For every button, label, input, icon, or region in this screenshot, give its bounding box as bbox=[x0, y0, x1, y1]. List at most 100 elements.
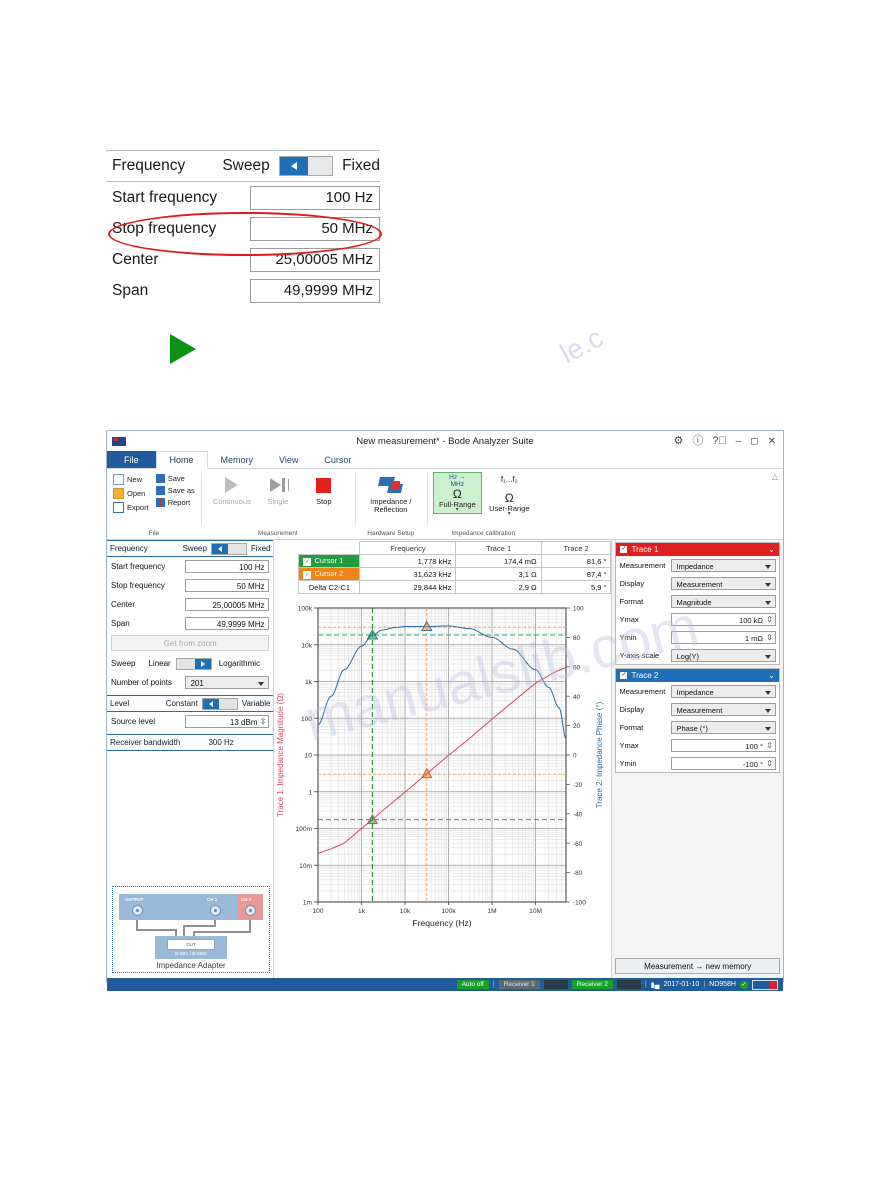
trace1-ymin-input[interactable]: 1 mΩ bbox=[671, 630, 776, 644]
sidebar-frequency-header: Frequency Sweep Fixed bbox=[107, 540, 274, 557]
ribbon-group-file-title: File bbox=[148, 530, 160, 537]
play-icon bbox=[225, 472, 239, 498]
trace1-measurement-select[interactable]: Impedance bbox=[671, 558, 776, 572]
svg-text:1m: 1m bbox=[303, 900, 313, 907]
sidebar-start-frequency-row: Start frequency 100 Hz bbox=[107, 557, 273, 576]
full-range-calibration-button[interactable]: Hz → MHz Ω Full-Range ▾ bbox=[432, 472, 482, 514]
impedance-adapter-title: Impedance Adapter bbox=[156, 961, 226, 970]
checkbox-icon[interactable]: ✓ bbox=[620, 672, 628, 679]
continuous-button[interactable]: Continuous bbox=[211, 472, 253, 506]
cursor1-toggle[interactable]: ✓ Cursor 1 bbox=[298, 554, 361, 568]
sidebar-start-frequency-input[interactable]: 100 Hz bbox=[185, 560, 270, 573]
get-from-zoom-button[interactable]: Get from zoom bbox=[111, 635, 270, 651]
checkbox-icon[interactable]: ✓ bbox=[303, 557, 312, 566]
checkbox-icon[interactable]: ✓ bbox=[620, 546, 628, 553]
ribbon-group-hardware: Impedance / Reflection Hardware Setup bbox=[354, 469, 427, 539]
number-of-points-select[interactable]: 201 bbox=[185, 676, 270, 689]
sidebar-center-label: Center bbox=[111, 600, 136, 609]
constant-variable-toggle[interactable] bbox=[201, 697, 238, 710]
bar-chart-icon: ▮▄ bbox=[650, 981, 660, 989]
measurement-to-new-memory-button[interactable]: Measurement → new memory bbox=[615, 958, 780, 974]
sidebar-span-input[interactable]: 49,9999 MHz bbox=[185, 617, 270, 630]
receiver-bandwidth-header: Receiver bandwidth 300 Hz bbox=[107, 734, 274, 751]
receiver1-level-indicator bbox=[543, 980, 568, 989]
tab-home[interactable]: Home bbox=[155, 451, 208, 469]
impedance-reflection-button[interactable]: Impedance / Reflection bbox=[362, 472, 420, 514]
svg-text:100m: 100m bbox=[296, 826, 313, 833]
trace1-header[interactable]: ✓ Trace 1 ⌄ bbox=[616, 543, 779, 556]
new-file-icon bbox=[113, 474, 124, 485]
sidebar-stop-frequency-input[interactable]: 50 MHz bbox=[185, 579, 270, 592]
trace1-format-row: Format Magnitude bbox=[616, 592, 779, 610]
linear-log-toggle[interactable] bbox=[175, 657, 212, 670]
trace2-ymax-label: Ymax bbox=[619, 740, 639, 750]
single-button[interactable]: Single bbox=[257, 472, 299, 506]
svg-text:100k: 100k bbox=[298, 606, 313, 613]
trace2-ymax-input[interactable]: 100 ° bbox=[671, 738, 776, 752]
tab-view[interactable]: View bbox=[266, 451, 311, 468]
cursor1-label: Cursor 1 bbox=[314, 556, 344, 566]
open-button[interactable]: Open bbox=[113, 488, 149, 499]
dropdown-dot-icon[interactable]: ▾ bbox=[434, 508, 481, 513]
trace2-ymin-input[interactable]: -100 ° bbox=[671, 756, 776, 770]
svg-text:10k: 10k bbox=[302, 642, 313, 649]
auto-status-badge[interactable]: Auto off bbox=[456, 980, 489, 989]
delta-frequency: 29,844 kHz bbox=[359, 580, 457, 594]
sidebar-sweep-fixed-toggle[interactable] bbox=[210, 542, 247, 555]
trace2-measurement-select[interactable]: Impedance bbox=[671, 684, 776, 698]
source-level-label: Source level bbox=[111, 717, 156, 726]
tab-cursor[interactable]: Cursor bbox=[311, 451, 364, 468]
trace2-ymin-label: Ymin bbox=[619, 758, 637, 768]
trace1-format-select[interactable]: Magnitude bbox=[671, 594, 776, 608]
trace2-display-select[interactable]: Measurement bbox=[671, 702, 776, 716]
trace2-format-select[interactable]: Phase (°) bbox=[671, 720, 776, 734]
center-frequency-input[interactable]: 25,00005 MHz bbox=[250, 247, 380, 272]
impedance-plot[interactable]: -100 -80 -60 -40 -20 0 20 40 60 80 100 100 1k 10k 100k… bbox=[274, 594, 611, 978]
trace1-ymax-row: Ymax 100 kΩ bbox=[616, 610, 779, 628]
stop-frequency-label: Stop frequency bbox=[112, 219, 217, 237]
chevron-down-icon[interactable]: ⌄ bbox=[768, 545, 775, 554]
trace2-title: Trace 2 bbox=[631, 671, 659, 680]
save-button[interactable]: Save bbox=[155, 474, 195, 483]
chevron-down-icon[interactable]: ⌄ bbox=[768, 671, 775, 680]
status-divider: | bbox=[644, 981, 647, 988]
delta-trace1: 2,9 Ω bbox=[455, 580, 542, 594]
span-row: Span 49,9999 MHz bbox=[106, 275, 380, 306]
ohm-icon: Ω bbox=[504, 490, 514, 505]
table-row[interactable]: ✓ Cursor 1 1,778 kHz 174,4 mΩ 81,6 ° bbox=[298, 554, 612, 568]
sidebar-center-input[interactable]: 25,00005 MHz bbox=[185, 598, 270, 611]
trace1-ymax-input[interactable]: 100 kΩ bbox=[671, 612, 776, 626]
table-row[interactable]: ✓ Cursor 2 31,623 kHz 3,1 Ω 87,4 ° bbox=[298, 567, 612, 581]
stop-button[interactable]: Stop bbox=[303, 472, 345, 506]
dropdown-dot-icon[interactable]: ▾ bbox=[486, 511, 533, 516]
trace2-format-row: Format Phase (°) bbox=[616, 718, 779, 736]
chevron-up-icon[interactable]: △ bbox=[772, 472, 778, 481]
single-label: Single bbox=[267, 497, 289, 506]
save-as-button[interactable]: Save as bbox=[155, 486, 195, 495]
report-button[interactable]: Report bbox=[155, 498, 195, 507]
tab-memory[interactable]: Memory bbox=[208, 451, 267, 468]
ribbon-group-measurement: Continuous Single Stop Measurement bbox=[200, 469, 355, 539]
wrench-icon bbox=[377, 472, 403, 498]
impedance-reflection-label: Impedance / Reflection bbox=[370, 497, 412, 514]
trace1-yscale-select[interactable]: Log(Y) bbox=[671, 648, 776, 662]
sweep-fixed-toggle[interactable] bbox=[278, 156, 334, 176]
status-divider: | bbox=[492, 981, 495, 988]
ch2-port-icon bbox=[245, 905, 256, 916]
trace1-display-label: Display bbox=[619, 578, 645, 588]
stop-frequency-input[interactable]: 50 MHz bbox=[250, 216, 380, 241]
user-range-calibration-button[interactable]: f₁...f₂ Ω User-Range ▾ bbox=[485, 472, 534, 518]
receiver-bandwidth-select[interactable]: 300 Hz bbox=[208, 738, 270, 747]
export-button[interactable]: Export bbox=[113, 502, 149, 513]
trace1-display-select[interactable]: Measurement bbox=[671, 576, 776, 590]
new-button[interactable]: New bbox=[113, 474, 149, 485]
tab-file[interactable]: File bbox=[107, 451, 156, 468]
source-level-input[interactable]: 13 dBm bbox=[185, 715, 270, 728]
cursor1-trace2: 81,6 ° bbox=[540, 554, 612, 568]
checkbox-icon[interactable]: ✓ bbox=[303, 570, 312, 579]
start-frequency-input[interactable]: 100 Hz bbox=[250, 185, 380, 210]
trace2-header[interactable]: ✓ Trace 2 ⌄ bbox=[616, 669, 779, 682]
save-as-icon bbox=[155, 486, 165, 495]
cursor2-toggle[interactable]: ✓ Cursor 2 bbox=[298, 567, 361, 581]
span-input[interactable]: 49,9999 MHz bbox=[250, 278, 380, 303]
